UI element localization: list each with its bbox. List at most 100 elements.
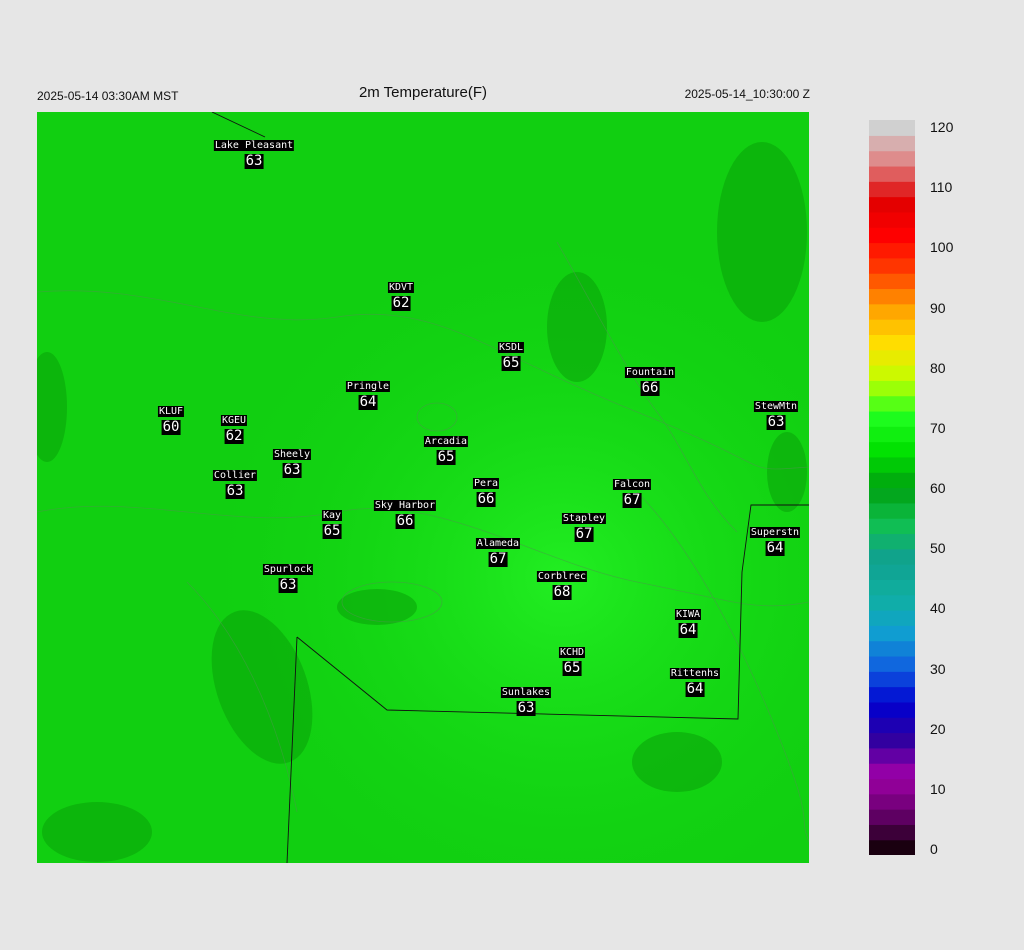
colorbar-segment	[869, 410, 915, 427]
colorbar-segment	[869, 227, 915, 244]
colorbar-segment	[869, 839, 915, 855]
colorbar-segment	[869, 594, 915, 611]
colorbar-segment	[869, 319, 915, 335]
colorbar-segment	[869, 365, 915, 381]
station-temperature: 66	[640, 380, 660, 396]
station-temperature: 65	[501, 355, 521, 371]
station-name: KDVT	[387, 282, 415, 293]
colorbar-segment	[869, 778, 915, 795]
colorbar	[869, 120, 915, 855]
colorbar-segment	[869, 441, 915, 458]
colorbar-segment	[869, 273, 915, 290]
station-temperature: 64	[685, 681, 705, 697]
colorbar-tick-label: 80	[930, 359, 946, 376]
station-name: Corblrec	[536, 571, 588, 582]
colorbar-segment	[869, 211, 915, 228]
colorbar-segment	[869, 625, 915, 642]
colorbar-segment	[869, 655, 915, 672]
station-name: Sky Harbor	[373, 500, 437, 511]
colorbar-tick-label: 100	[930, 239, 954, 256]
station-temperature: 63	[225, 483, 245, 499]
colorbar-segment	[869, 349, 915, 366]
station-name: KIWA	[674, 609, 702, 620]
colorbar-tick-label: 120	[930, 119, 954, 135]
colorbar-tick-label: 30	[930, 660, 946, 677]
temperature-map	[37, 112, 809, 863]
station-name: StewMtn	[753, 401, 799, 412]
colorbar-tick-label: 90	[930, 299, 946, 316]
colorbar-tick-label: 0	[930, 841, 938, 857]
colorbar-segment	[869, 288, 915, 305]
station-temperature: 63	[278, 577, 298, 593]
colorbar-segment	[869, 717, 915, 734]
station-temperature: 63	[516, 700, 536, 716]
colorbar-segment	[869, 181, 915, 198]
station-temperature: 62	[224, 428, 244, 444]
colorbar-segment	[869, 809, 915, 825]
colorbar-segment	[869, 456, 915, 473]
station-temperature: 67	[574, 526, 594, 542]
colorbar-tick-label: 110	[930, 179, 953, 196]
colorbar-segment	[869, 824, 915, 841]
station-temperature: 66	[476, 491, 496, 507]
colorbar-segment	[869, 165, 915, 182]
station-temperature: 65	[562, 660, 582, 676]
station-name: Falcon	[612, 479, 652, 490]
colorbar-segment	[869, 701, 915, 718]
colorbar-segment	[869, 610, 915, 626]
colorbar-segment	[869, 518, 915, 535]
colorbar-segment	[869, 426, 915, 443]
colorbar-segment	[869, 150, 915, 167]
valid-time-utc: 2025-05-14_10:30:00 Z	[684, 87, 810, 101]
colorbar-segment	[869, 564, 915, 580]
station-temperature: 67	[488, 551, 508, 567]
station-name: Collier	[212, 470, 258, 481]
colorbar-tick-label: 50	[930, 540, 946, 557]
station-name: Spurlock	[262, 564, 314, 575]
colorbar-segment	[869, 671, 915, 688]
colorbar-tick-label: 60	[930, 480, 946, 496]
station-temperature: 64	[358, 394, 378, 410]
station-name: KGEU	[220, 415, 248, 426]
station-name: Kay	[321, 510, 343, 521]
colorbar-segment	[869, 334, 915, 351]
colorbar-segment	[869, 487, 915, 504]
station-name: Superstn	[749, 527, 801, 538]
station-temperature: 63	[766, 414, 786, 430]
colorbar-segment	[869, 303, 915, 320]
station-temperature: 67	[622, 492, 642, 508]
colorbar-segment	[869, 257, 915, 274]
station-name: Pera	[472, 478, 500, 489]
colorbar-segment	[869, 548, 915, 565]
station-name: Stapley	[561, 513, 607, 524]
colorbar-segment	[869, 533, 915, 550]
station-name: Alameda	[475, 538, 521, 549]
station-name: Arcadia	[423, 436, 469, 447]
station-name: Fountain	[624, 367, 676, 378]
colorbar-segment	[869, 763, 915, 780]
colorbar-segment	[869, 380, 915, 397]
colorbar-tick-label: 20	[930, 720, 946, 737]
colorbar-segment	[869, 395, 915, 412]
station-name: KLUF	[157, 406, 185, 417]
station-name: KCHD	[558, 647, 586, 658]
colorbar-segment	[869, 793, 915, 810]
station-temperature: 68	[552, 584, 572, 600]
colorbar-segment	[869, 120, 915, 136]
colorbar-tick-label: 70	[930, 419, 946, 436]
station-temperature: 60	[161, 419, 181, 435]
colorbar-segment	[869, 472, 915, 489]
station-name: Sheely	[272, 449, 312, 460]
colorbar-segment	[869, 242, 915, 259]
station-temperature: 66	[395, 513, 415, 529]
colorbar-segment	[869, 579, 915, 596]
colorbar-segment	[869, 502, 915, 519]
colorbar-tick-label: 40	[930, 600, 946, 617]
station-temperature: 63	[282, 462, 302, 478]
station-name: Rittenhs	[669, 668, 721, 679]
colorbar-tick-label: 10	[930, 780, 946, 797]
station-name: KSDL	[497, 342, 525, 353]
station-temperature: 65	[322, 523, 342, 539]
station-temperature: 64	[678, 622, 698, 638]
colorbar-segment	[869, 196, 915, 213]
